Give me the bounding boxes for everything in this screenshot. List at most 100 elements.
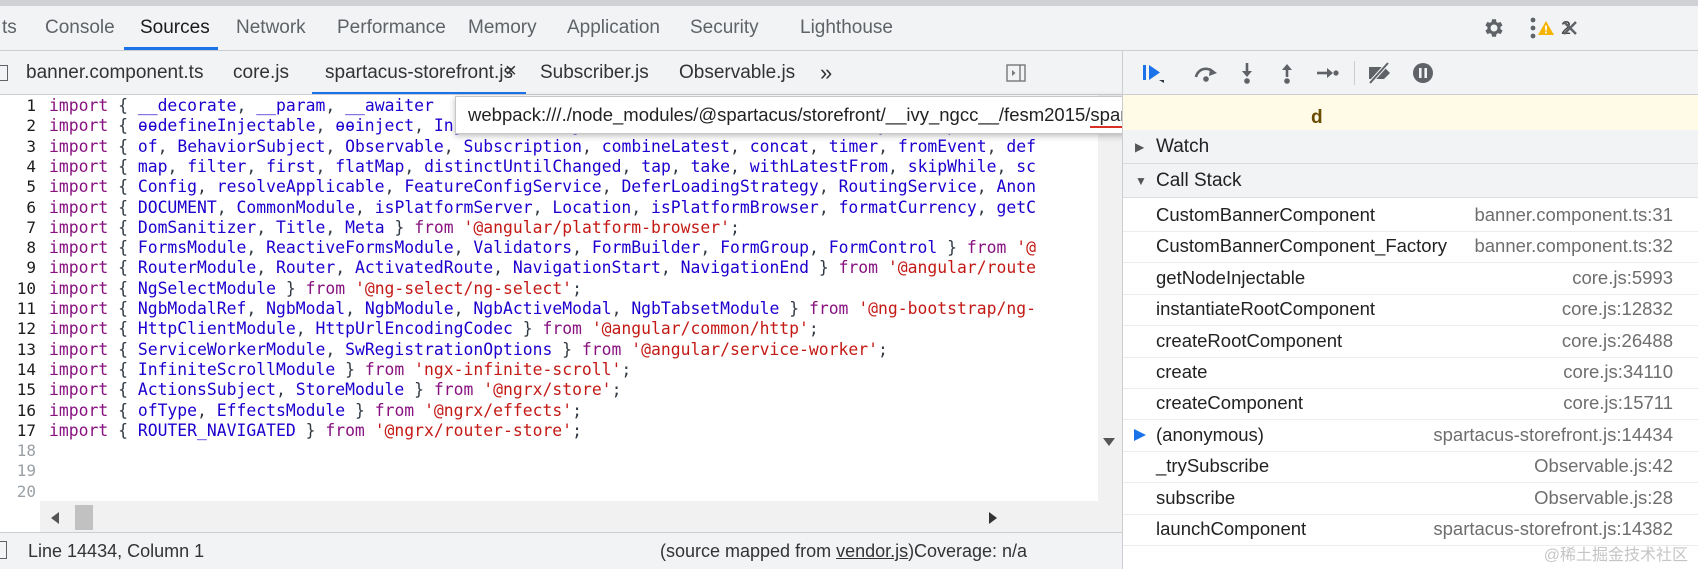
code-token: RoutingService: [838, 177, 977, 197]
call-frame-location[interactable]: core.js:34110: [1563, 355, 1673, 389]
call-frame-location[interactable]: spartacus-storefront.js:14434: [1433, 418, 1673, 452]
call-frame[interactable]: createRootComponent core.js:26488: [1123, 324, 1698, 358]
scroll-down-arrow-icon[interactable]: [1102, 437, 1116, 447]
code-text: import { ServiceWorkerModule, SwRegistra…: [49, 339, 888, 361]
pause-on-exceptions-icon[interactable]: [1405, 51, 1441, 95]
call-frame-location[interactable]: core.js:26488: [1562, 324, 1673, 358]
line-number[interactable]: 17: [0, 420, 36, 442]
call-frame[interactable]: subscribe Observable.js:28: [1123, 481, 1698, 515]
line-number[interactable]: 19: [0, 460, 36, 482]
call-frame[interactable]: CustomBannerComponent banner.component.ts…: [1123, 198, 1698, 232]
call-frame[interactable]: (anonymous) spartacus-storefront.js:14434: [1123, 418, 1698, 452]
call-frame-location[interactable]: Observable.js:28: [1534, 481, 1673, 515]
close-tab-icon[interactable]: ×: [505, 51, 517, 94]
tab-application[interactable]: Application: [567, 6, 660, 50]
call-frame-location[interactable]: core.js:12832: [1562, 292, 1673, 326]
close-devtools-icon[interactable]: [1558, 6, 1582, 50]
scroll-left-arrow-icon[interactable]: [50, 511, 60, 525]
tab-performance[interactable]: Performance: [337, 6, 446, 50]
code-editor[interactable]: 1 import { __decorate, __param, __awaiter…: [0, 95, 1122, 532]
code-token: ,: [325, 339, 346, 359]
file-tab-subscriber[interactable]: Subscriber.js: [540, 51, 649, 94]
call-frame-function: create: [1156, 361, 1208, 382]
code-token: ,: [246, 299, 267, 318]
call-frame[interactable]: createComponent core.js:15711: [1123, 386, 1698, 421]
line-number[interactable]: 7: [0, 217, 36, 239]
line-number[interactable]: 1: [0, 95, 36, 117]
code-token: import: [49, 400, 109, 420]
line-number[interactable]: 8: [0, 237, 36, 259]
vertical-scrollbar[interactable]: [1098, 95, 1122, 532]
tab-security[interactable]: Security: [690, 6, 759, 50]
call-frame-location[interactable]: core.js:5993: [1572, 261, 1673, 295]
file-tab-core[interactable]: core.js: [233, 51, 289, 94]
tab-console[interactable]: Console: [45, 6, 115, 50]
code-token: '@angular/service-worker': [631, 339, 878, 359]
more-tabs-chevron-icon[interactable]: »: [820, 51, 832, 94]
code-token: from: [581, 339, 622, 359]
line-number[interactable]: 9: [0, 257, 36, 279]
line-number[interactable]: 5: [0, 176, 36, 198]
source-map-link[interactable]: vendor.js: [836, 541, 908, 561]
step-out-icon[interactable]: [1269, 51, 1305, 95]
call-frame[interactable]: create core.js:34110: [1123, 355, 1698, 389]
code-token: ,: [818, 197, 839, 217]
code-token: FormBuilder: [591, 238, 701, 258]
step-into-icon[interactable]: [1229, 51, 1265, 95]
line-number[interactable]: 2: [0, 115, 36, 137]
settings-gear-icon[interactable]: [1478, 6, 1508, 50]
line-number[interactable]: 10: [0, 278, 36, 300]
line-number[interactable]: 6: [0, 197, 36, 219]
file-tab-banner-component[interactable]: banner.component.ts: [26, 51, 203, 94]
step-over-icon[interactable]: [1188, 51, 1224, 95]
navigator-toggle-icon[interactable]: [0, 65, 8, 81]
line-number[interactable]: 20: [0, 481, 36, 503]
line-number[interactable]: 14: [0, 359, 36, 381]
file-tab-spartacus-storefront[interactable]: spartacus-storefront.js: [312, 51, 526, 94]
line-number[interactable]: 13: [0, 339, 36, 361]
pretty-print-icon[interactable]: [0, 541, 7, 559]
tab-network[interactable]: Network: [236, 6, 306, 50]
code-token: __decorate: [137, 96, 237, 115]
call-frame-location[interactable]: banner.component.ts:31: [1474, 198, 1673, 232]
toggle-debugger-sidebar-icon[interactable]: [1004, 51, 1028, 95]
call-frame[interactable]: getNodeInjectable core.js:5993: [1123, 261, 1698, 295]
expand-right-icon: ▶: [1135, 140, 1145, 154]
call-frame[interactable]: instantiateRootComponent core.js:12832: [1123, 292, 1698, 327]
call-frame[interactable]: CustomBannerComponent_Factory banner.comp…: [1123, 229, 1698, 264]
code-token: from: [305, 278, 346, 298]
line-number[interactable]: 11: [0, 298, 36, 320]
line-number[interactable]: 12: [0, 318, 36, 340]
scroll-right-arrow-icon[interactable]: [988, 511, 998, 525]
tab-lighthouse[interactable]: Lighthouse: [800, 6, 893, 50]
code-token: ɵɵdefineInjectable: [137, 116, 316, 136]
line-number[interactable]: 15: [0, 379, 36, 401]
step-icon[interactable]: [1309, 51, 1345, 95]
line-number[interactable]: 4: [0, 156, 36, 178]
file-tab-observable[interactable]: Observable.js: [679, 51, 795, 94]
horizontal-scrollbar[interactable]: [40, 501, 1098, 532]
code-token: timer: [828, 136, 879, 156]
tab-sources[interactable]: Sources: [124, 6, 218, 50]
call-stack-section-header[interactable]: ▼ Call Stack: [1123, 164, 1698, 198]
call-frame[interactable]: _trySubscribe Observable.js:42: [1123, 449, 1698, 484]
line-number[interactable]: 3: [0, 136, 36, 158]
code-token: ,: [256, 258, 276, 278]
code-token: ,: [818, 177, 839, 197]
horizontal-scroll-thumb[interactable]: [75, 505, 93, 530]
resume-icon[interactable]: [1135, 51, 1171, 95]
watch-section-header[interactable]: ▶ Watch: [1123, 130, 1698, 164]
code-token: ReactiveFormsModule: [266, 238, 454, 258]
call-frame-location[interactable]: core.js:15711: [1563, 386, 1673, 420]
tab-memory[interactable]: Memory: [468, 6, 537, 50]
code-token: resolveApplicable: [216, 177, 385, 197]
line-number[interactable]: 18: [0, 440, 36, 462]
tab-elements-partial[interactable]: ts: [2, 6, 17, 50]
code-token: '@ng-bootstrap/ng-: [858, 299, 1036, 318]
call-frame-location[interactable]: Observable.js:42: [1534, 449, 1673, 483]
call-frame-location[interactable]: banner.component.ts:32: [1474, 229, 1673, 263]
more-options-vertical-icon[interactable]: [1520, 6, 1546, 50]
deactivate-breakpoints-icon[interactable]: [1362, 51, 1398, 95]
line-number[interactable]: 16: [0, 400, 36, 422]
code-token: import: [49, 156, 109, 176]
